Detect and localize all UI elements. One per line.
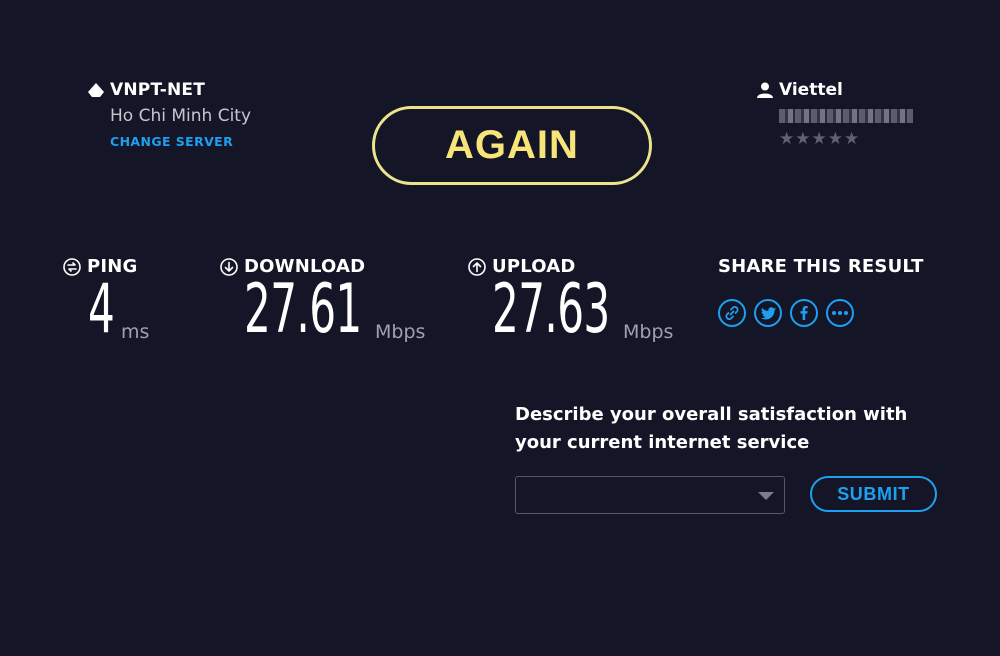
upload-icon: [468, 257, 486, 276]
upload-unit: Mbps: [623, 321, 674, 343]
isp-row: VNPT-NET: [88, 80, 251, 100]
more-icon[interactable]: [826, 299, 854, 327]
share-title: SHARE THIS RESULT: [718, 256, 924, 277]
provider-name: Viettel: [779, 80, 843, 100]
facebook-icon[interactable]: [790, 299, 818, 327]
isp-name: VNPT-NET: [110, 80, 206, 100]
again-button[interactable]: AGAIN: [372, 106, 652, 185]
server-info: VNPT-NET Ho Chi Minh City CHANGE SERVER: [88, 80, 251, 149]
user-icon: [757, 82, 773, 98]
ping-icon: [63, 257, 81, 276]
server-city: Ho Chi Minh City: [110, 106, 252, 126]
ping-value: 4: [88, 270, 115, 349]
download-value: 27.61: [244, 270, 362, 349]
provider-row: Viettel: [757, 80, 913, 100]
ping-unit: ms: [121, 321, 150, 343]
ip-address-redacted: [779, 109, 913, 123]
link-icon[interactable]: [718, 299, 746, 327]
provider-rating[interactable]: ★★★★★: [779, 129, 913, 149]
download-unit: Mbps: [375, 321, 426, 343]
twitter-icon[interactable]: [754, 299, 782, 327]
change-server-link[interactable]: CHANGE SERVER: [110, 134, 251, 149]
satisfaction-select[interactable]: [515, 476, 785, 514]
provider-info: Viettel ★★★★★: [757, 80, 913, 149]
server-icon: [88, 83, 104, 97]
upload-value: 27.63: [492, 270, 610, 349]
download-icon: [220, 257, 238, 276]
share-icons: [718, 299, 854, 327]
chevron-down-icon: [758, 492, 774, 500]
submit-button[interactable]: SUBMIT: [810, 476, 937, 512]
survey-question: Describe your overall satisfaction with …: [515, 404, 908, 453]
